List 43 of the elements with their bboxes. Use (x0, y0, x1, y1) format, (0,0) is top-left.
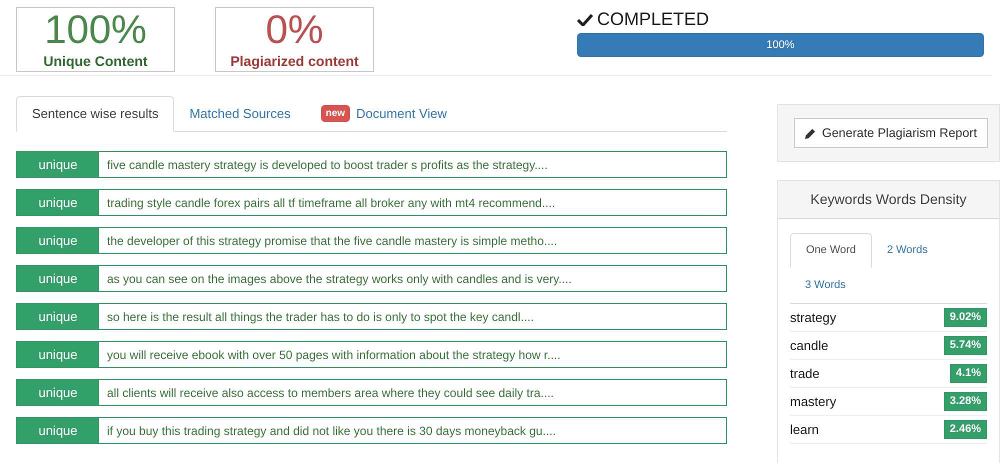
keyword-percent: 9.02% (944, 308, 987, 327)
tab[interactable]: Sentence wise results (16, 96, 174, 132)
result-status: unique (17, 152, 99, 177)
tab[interactable]: One Word (790, 233, 872, 268)
tab[interactable]: new Document View (306, 96, 462, 131)
result-status: unique (17, 266, 99, 291)
keyword-percent: 5.74% (944, 336, 987, 355)
keyword: strategy (790, 308, 836, 327)
result-sentence: so here is the result all things the trader has to do is only to spot the key candl.... (106, 308, 534, 326)
result-status: unique (17, 342, 99, 367)
result-status: unique (17, 380, 99, 405)
tab[interactable]: Matched Sources (174, 96, 306, 131)
result-status: unique (17, 228, 99, 253)
pencil-icon (805, 128, 816, 138)
result-status: unique (17, 304, 99, 329)
result-status: unique (17, 418, 99, 443)
result-sentence: you will receive ebook with over 50 pages with information about the strategy how r.... (106, 346, 561, 364)
stat-label: Plagiarized content (230, 52, 359, 70)
checkmark-icon (577, 12, 593, 26)
result-sentence: if you buy this trading strategy and did not like you there is 30 days moneyback gu.... (106, 422, 556, 440)
progress-reading: 100% (766, 38, 795, 53)
stat-label: Unique Content (43, 52, 148, 70)
tab[interactable]: 3 Words (790, 268, 861, 303)
result-status: unique (17, 190, 99, 215)
stat-value: 0% (266, 8, 324, 52)
keyword: trade (790, 364, 820, 383)
result-sentence: all clients will receive also access to members area where they could see daily tra.... (106, 384, 554, 402)
keyword-percent: 4.1% (950, 364, 987, 383)
result-sentence: as you can see on the images above the strategy works only with candles and is very.... (106, 270, 572, 288)
stat-value: 100% (44, 8, 147, 52)
generate-report-button[interactable]: Generate Plagiarism Report (794, 118, 988, 148)
result-sentence: five candle mastery strategy is developed to boost trader s profits as the strategy.... (106, 156, 548, 174)
tab[interactable]: 2 Words (872, 233, 943, 268)
keyword: mastery (790, 392, 836, 411)
keyword-percent: 2.46% (944, 420, 987, 439)
keyword-percent: 3.28% (944, 392, 987, 411)
panel-title: Keywords Words Density (810, 190, 967, 209)
keyword: candle (790, 336, 828, 355)
new-badge: new (320, 105, 350, 122)
status-title: COMPLETED (597, 9, 710, 29)
result-sentence: trading style candle forex pairs all tf timeframe all broker any with mt4 recommend.... (106, 194, 556, 212)
keyword: learn (790, 420, 819, 439)
result-sentence: the developer of this strategy promise that the five candle mastery is simple metho.... (106, 232, 558, 250)
